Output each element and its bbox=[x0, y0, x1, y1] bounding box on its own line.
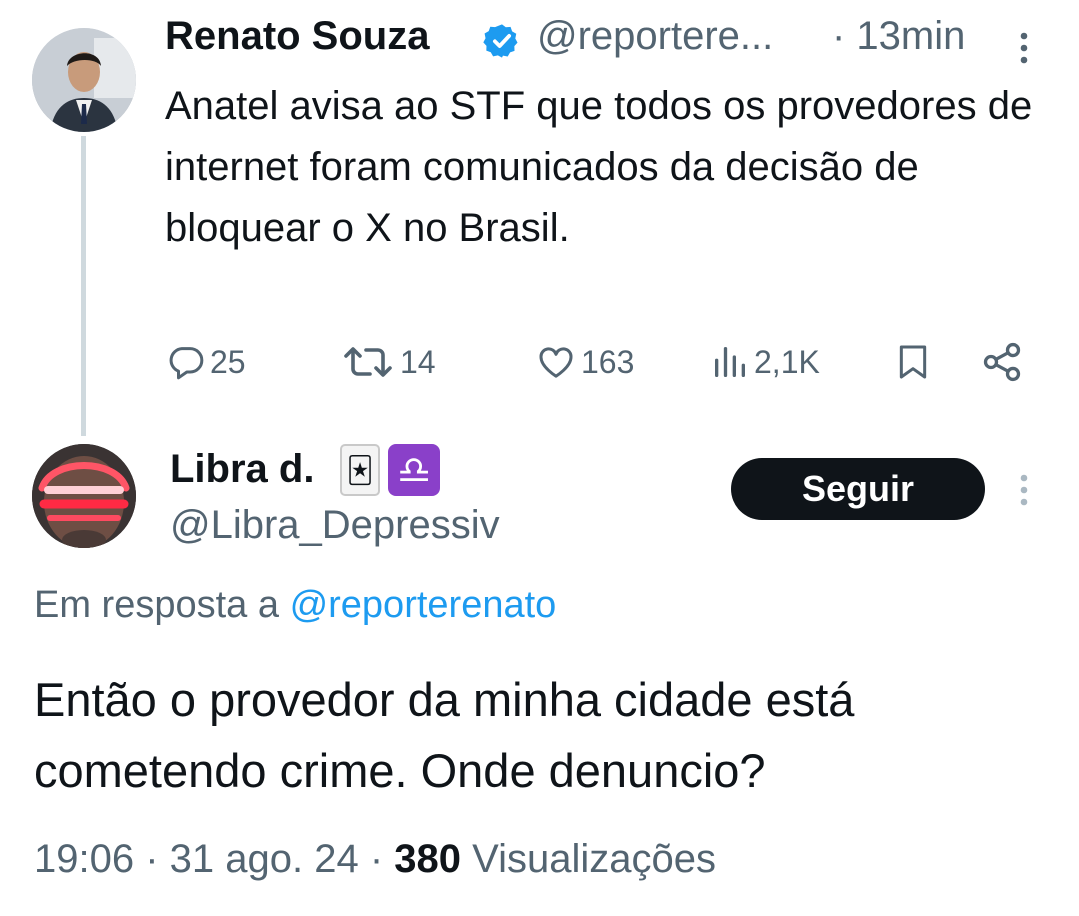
avatar-renato[interactable] bbox=[32, 28, 136, 132]
avatar-image bbox=[32, 444, 136, 548]
retweet-button[interactable]: 14 bbox=[340, 336, 436, 388]
like-button[interactable]: 163 bbox=[535, 336, 634, 388]
more-icon[interactable] bbox=[1014, 470, 1034, 510]
retweet-icon bbox=[344, 347, 392, 377]
reply-button[interactable]: 25 bbox=[166, 336, 246, 388]
bookmark-icon bbox=[899, 345, 927, 379]
reply-mention-link[interactable]: @reporterenato bbox=[290, 584, 557, 626]
views-button[interactable]: 2,1K bbox=[710, 336, 820, 388]
reply-count: 25 bbox=[210, 343, 246, 380]
meta-separator: · bbox=[369, 837, 395, 881]
thread-line bbox=[81, 136, 86, 436]
avatar-image bbox=[32, 28, 136, 132]
author-handle[interactable]: @reportere... bbox=[537, 14, 773, 59]
reply-context: Em resposta a @reporterenato bbox=[34, 584, 556, 627]
reply-prefix: Em resposta a bbox=[34, 584, 279, 626]
bookmark-button[interactable] bbox=[893, 336, 933, 388]
meta-separator: · bbox=[145, 837, 170, 881]
follow-button[interactable]: Seguir bbox=[731, 458, 985, 520]
views-count: 2,1K bbox=[754, 343, 820, 380]
share-icon bbox=[983, 342, 1021, 382]
author-handle[interactable]: @Libra_Depressiv bbox=[170, 503, 500, 548]
author-name[interactable]: Libra d. bbox=[170, 447, 314, 492]
verified-icon bbox=[483, 24, 518, 58]
tweet-time[interactable]: 19:06 bbox=[34, 837, 134, 881]
more-icon[interactable] bbox=[1014, 28, 1034, 68]
reply-icon bbox=[169, 347, 204, 380]
tweet-text: Então o provedor da minha cidade está co… bbox=[34, 673, 855, 797]
avatar-libra[interactable] bbox=[32, 444, 136, 548]
views-icon bbox=[715, 347, 745, 377]
author-name[interactable]: Renato Souza bbox=[165, 14, 429, 59]
share-button[interactable] bbox=[980, 336, 1024, 388]
views-count: 380 bbox=[394, 837, 462, 881]
joker-card-emoji: 🃏 bbox=[340, 444, 380, 496]
tweet-date[interactable]: 31 ago. 24 bbox=[170, 837, 359, 881]
retweet-count: 14 bbox=[400, 343, 436, 380]
libra-sign-emoji: ♎ bbox=[388, 444, 440, 496]
tweet-time[interactable]: · 13min bbox=[832, 14, 965, 59]
views-label: Visualizações bbox=[472, 837, 717, 881]
like-icon bbox=[539, 347, 573, 378]
tweet-meta: 19:06 · 31 ago. 24 · 380 Visualizações bbox=[34, 837, 716, 882]
tweet-text: Anatel avisa ao STF que todos os provedo… bbox=[165, 84, 1033, 250]
like-count: 163 bbox=[581, 343, 635, 380]
